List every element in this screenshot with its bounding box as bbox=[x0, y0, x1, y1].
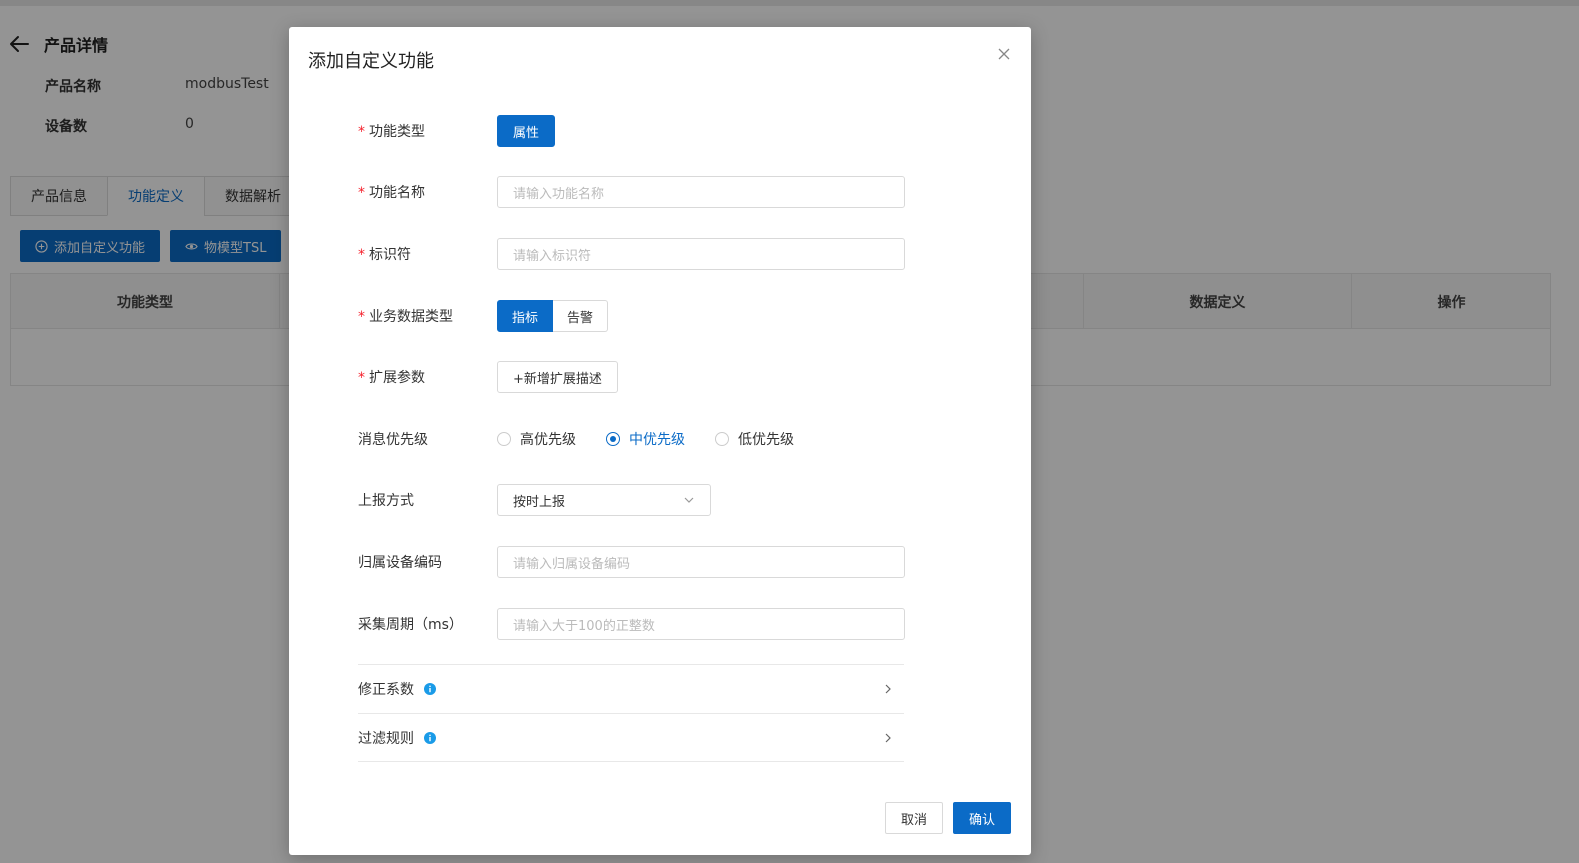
chevron-down-icon bbox=[684, 497, 694, 503]
section-divider bbox=[358, 761, 904, 762]
info-icon[interactable] bbox=[424, 683, 436, 695]
radio-high-priority[interactable]: 高优先级 bbox=[497, 429, 576, 449]
section-header: 修正系数 bbox=[358, 679, 436, 699]
radio-dot bbox=[497, 432, 511, 446]
radio-dot bbox=[715, 432, 729, 446]
section-filter-rules[interactable]: 过滤规则 bbox=[358, 713, 904, 762]
field-label: * 功能名称 bbox=[358, 185, 425, 201]
attribute-button[interactable]: 属性 bbox=[497, 115, 556, 147]
section-header: 过滤规则 bbox=[358, 728, 436, 748]
info-icon[interactable] bbox=[424, 732, 436, 744]
dialog-title: 添加自定义功能 bbox=[308, 51, 434, 72]
field-identifier: * 标识符 请输入标识符 bbox=[358, 238, 905, 270]
priority-radio-group: 高优先级 中优先级 低优先级 bbox=[497, 429, 794, 449]
field-device-code: 归属设备编码 请输入归属设备编码 bbox=[358, 546, 905, 578]
segment-metric[interactable]: 指标 bbox=[497, 300, 554, 332]
business-type-segmented: 指标 告警 bbox=[497, 300, 609, 332]
identifier-input[interactable]: 请输入标识符 bbox=[497, 238, 905, 270]
field-label: 消息优先级 bbox=[358, 432, 428, 448]
section-correction-factor[interactable]: 修正系数 bbox=[358, 664, 904, 713]
radio-dot bbox=[606, 432, 620, 446]
radio-low-priority[interactable]: 低优先级 bbox=[715, 429, 794, 449]
field-label: * 扩展参数 bbox=[358, 370, 425, 386]
field-business-data-type: * 业务数据类型 指标 告警 bbox=[358, 300, 609, 332]
field-label: * 业务数据类型 bbox=[358, 309, 453, 325]
confirm-button[interactable]: 确认 bbox=[952, 802, 1011, 834]
field-label: 上报方式 bbox=[358, 493, 414, 509]
add-extension-button[interactable]: +新增扩展描述 bbox=[497, 361, 618, 393]
radio-medium-priority[interactable]: 中优先级 bbox=[606, 429, 685, 449]
close-icon[interactable] bbox=[997, 47, 1011, 61]
field-collection-period: 采集周期（ms） 请输入大于100的正整数 bbox=[358, 608, 905, 640]
field-label: 采集周期（ms） bbox=[358, 617, 463, 633]
section-title: 修正系数 bbox=[358, 682, 414, 698]
field-report-mode: 上报方式 按时上报 bbox=[358, 484, 711, 516]
device-code-input[interactable]: 请输入归属设备编码 bbox=[497, 546, 905, 578]
segment-alarm[interactable]: 告警 bbox=[553, 300, 609, 332]
report-mode-select[interactable]: 按时上报 bbox=[497, 484, 711, 516]
field-label: * 标识符 bbox=[358, 247, 411, 263]
field-message-priority: 消息优先级 高优先级 中优先级 低优先级 bbox=[358, 429, 794, 449]
field-extension-params: * 扩展参数 +新增扩展描述 bbox=[358, 361, 618, 393]
field-label: 归属设备编码 bbox=[358, 555, 442, 571]
chevron-right-icon bbox=[885, 733, 891, 743]
add-function-dialog: 添加自定义功能 * 功能类型 属性 * 功能名称 请输入功能名称 * 标识符 请输入标… bbox=[289, 27, 1031, 855]
select-value: 按时上报 bbox=[513, 494, 566, 510]
function-name-input[interactable]: 请输入功能名称 bbox=[497, 176, 905, 208]
field-label: * 功能类型 bbox=[358, 124, 425, 140]
cancel-button[interactable]: 取消 bbox=[884, 802, 943, 834]
collection-period-input[interactable]: 请输入大于100的正整数 bbox=[497, 608, 905, 640]
dialog-footer: 取消 确认 bbox=[884, 802, 1011, 834]
chevron-right-icon bbox=[885, 684, 891, 694]
section-title: 过滤规则 bbox=[358, 731, 414, 747]
field-function-type: * 功能类型 属性 bbox=[358, 115, 556, 147]
field-function-name: * 功能名称 请输入功能名称 bbox=[358, 176, 905, 208]
